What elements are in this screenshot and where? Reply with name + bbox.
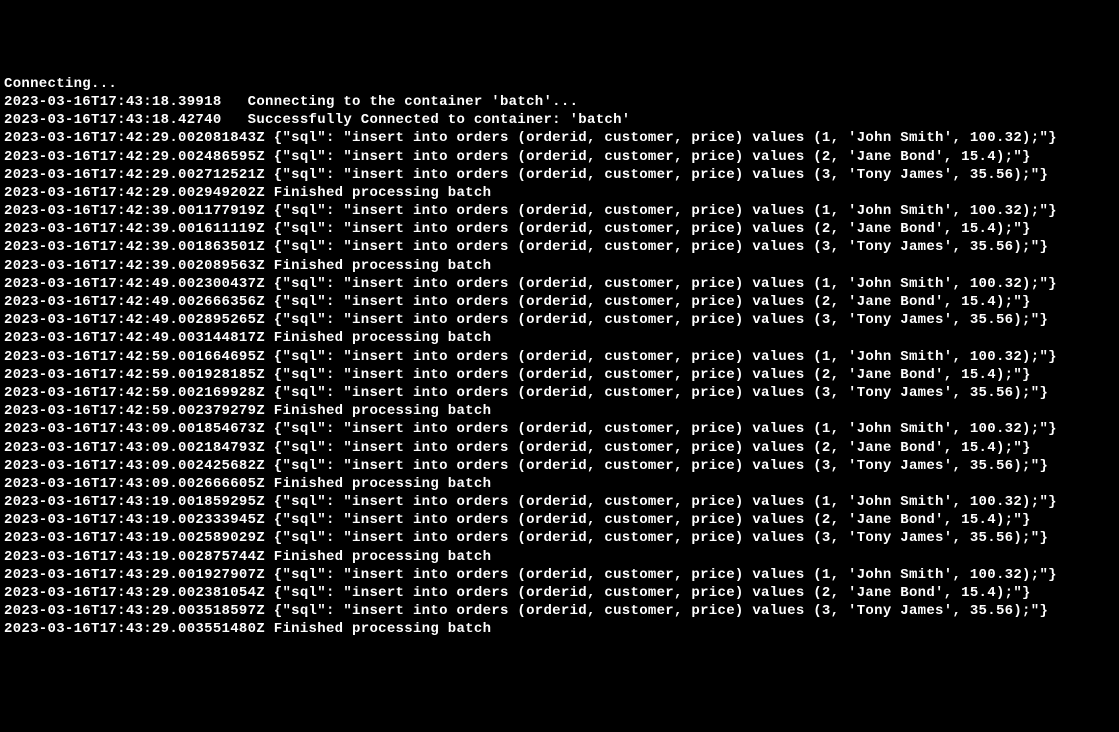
sql-log-line: 2023-03-16T17:42:29.002081843Z {"sql": "…	[4, 129, 1115, 147]
sql-log-line: 2023-03-16T17:43:29.001927907Z {"sql": "…	[4, 566, 1115, 584]
connect-success-line: 2023-03-16T17:43:18.42740 Successfully C…	[4, 111, 1115, 129]
sql-log-line: 2023-03-16T17:43:19.001859295Z {"sql": "…	[4, 493, 1115, 511]
batch-finished-line: 2023-03-16T17:43:09.002666605Z Finished …	[4, 475, 1115, 493]
sql-log-line: 2023-03-16T17:42:49.002666356Z {"sql": "…	[4, 293, 1115, 311]
sql-log-line: 2023-03-16T17:43:19.002333945Z {"sql": "…	[4, 511, 1115, 529]
sql-log-line: 2023-03-16T17:42:29.002712521Z {"sql": "…	[4, 166, 1115, 184]
connecting-line: Connecting...	[4, 75, 1115, 93]
sql-log-line: 2023-03-16T17:42:39.001177919Z {"sql": "…	[4, 202, 1115, 220]
batch-finished-line: 2023-03-16T17:43:19.002875744Z Finished …	[4, 548, 1115, 566]
sql-log-line: 2023-03-16T17:43:09.002184793Z {"sql": "…	[4, 439, 1115, 457]
terminal-output: Connecting...2023-03-16T17:43:18.39918 C…	[4, 75, 1115, 639]
sql-log-line: 2023-03-16T17:43:09.001854673Z {"sql": "…	[4, 420, 1115, 438]
sql-log-line: 2023-03-16T17:42:39.001611119Z {"sql": "…	[4, 220, 1115, 238]
sql-log-line: 2023-03-16T17:42:59.001928185Z {"sql": "…	[4, 366, 1115, 384]
batch-finished-line: 2023-03-16T17:42:59.002379279Z Finished …	[4, 402, 1115, 420]
sql-log-line: 2023-03-16T17:43:29.003518597Z {"sql": "…	[4, 602, 1115, 620]
sql-log-line: 2023-03-16T17:42:59.002169928Z {"sql": "…	[4, 384, 1115, 402]
sql-log-line: 2023-03-16T17:42:49.002895265Z {"sql": "…	[4, 311, 1115, 329]
batch-finished-line: 2023-03-16T17:42:39.002089563Z Finished …	[4, 257, 1115, 275]
batch-finished-line: 2023-03-16T17:43:29.003551480Z Finished …	[4, 620, 1115, 638]
sql-log-line: 2023-03-16T17:43:29.002381054Z {"sql": "…	[4, 584, 1115, 602]
sql-log-line: 2023-03-16T17:42:59.001664695Z {"sql": "…	[4, 348, 1115, 366]
sql-log-line: 2023-03-16T17:42:39.001863501Z {"sql": "…	[4, 238, 1115, 256]
batch-finished-line: 2023-03-16T17:42:49.003144817Z Finished …	[4, 329, 1115, 347]
sql-log-line: 2023-03-16T17:43:09.002425682Z {"sql": "…	[4, 457, 1115, 475]
sql-log-line: 2023-03-16T17:43:19.002589029Z {"sql": "…	[4, 529, 1115, 547]
connect-attempt-line: 2023-03-16T17:43:18.39918 Connecting to …	[4, 93, 1115, 111]
sql-log-line: 2023-03-16T17:42:29.002486595Z {"sql": "…	[4, 148, 1115, 166]
sql-log-line: 2023-03-16T17:42:49.002300437Z {"sql": "…	[4, 275, 1115, 293]
batch-finished-line: 2023-03-16T17:42:29.002949202Z Finished …	[4, 184, 1115, 202]
